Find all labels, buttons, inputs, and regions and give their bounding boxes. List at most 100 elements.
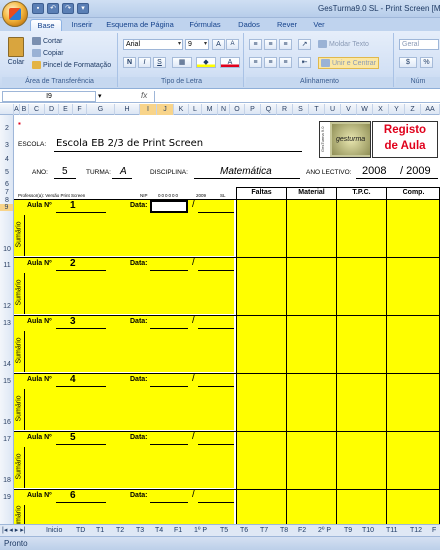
tab-ver[interactable]: Ver [308,19,330,31]
office-button[interactable] [2,1,28,27]
row-header[interactable]: 13 [0,320,14,327]
borders-button[interactable]: ▦ [172,57,192,68]
worksheet[interactable]: ▪ ESCOLA: Escola EB 2/3 de Print Screen … [14,115,440,524]
date-input[interactable] [150,328,188,329]
name-box-dropdown-icon[interactable]: ▾ [98,92,102,100]
row-header-selected[interactable]: 9 [0,204,13,211]
font-size-combo[interactable]: 9 ▾ [185,39,209,50]
currency-button[interactable]: $ [399,57,417,68]
column-header-selected[interactable]: J [157,104,174,115]
tab-dados[interactable]: Dados [234,19,264,31]
column-header[interactable]: M [202,104,218,115]
row-header[interactable]: 10 [0,246,14,253]
tracking-area[interactable] [237,200,440,524]
column-header[interactable]: P [245,104,261,115]
row-header[interactable]: 8 [0,197,14,204]
row-header[interactable]: 19 [0,494,14,501]
sheet-tab[interactable]: T12 [410,526,422,536]
select-all-corner[interactable] [0,104,14,115]
aula-number[interactable]: 1 [70,200,76,211]
row-header[interactable]: 15 [0,378,14,385]
column-header[interactable]: R [277,104,293,115]
column-header[interactable]: S [293,104,309,115]
sheet-tab[interactable]: T9 [344,526,352,536]
align-top-button[interactable]: ≡ [249,39,262,50]
redo-icon[interactable]: ↷ [62,3,74,14]
date-input[interactable] [150,270,188,271]
sheet-tab[interactable]: T8 [280,526,288,536]
row-header[interactable]: 4 [0,156,14,163]
sheet-tab[interactable]: T6 [240,526,248,536]
aula-number[interactable]: 5 [70,432,76,443]
column-header[interactable]: O [230,104,245,115]
aula-number[interactable]: 2 [70,258,76,269]
tab-rever[interactable]: Rever [272,19,302,31]
row-header[interactable]: 6 [0,181,14,188]
sheet-tab[interactable]: T10 [362,526,374,536]
tab-inserir[interactable]: Inserir [66,19,98,31]
column-header[interactable]: L [189,104,202,115]
align-right-button[interactable]: ≡ [279,57,292,68]
percent-button[interactable]: % [420,57,433,68]
sheet-tab[interactable]: T7 [260,526,268,536]
tab-esquema[interactable]: Esquema de Página [104,19,176,31]
sheet-tab[interactable]: T4 [155,526,163,536]
shrink-font-button[interactable]: A [226,39,239,50]
column-header-selected[interactable]: I [140,104,157,115]
row-header[interactable]: 12 [0,303,14,310]
decrease-indent-button[interactable]: ⇤ [298,57,311,68]
column-header[interactable]: F [73,104,87,115]
aula-number[interactable]: 3 [70,316,76,327]
customize-icon[interactable]: ▾ [77,3,89,14]
row-header[interactable]: 16 [0,419,14,426]
date-input[interactable] [150,502,188,503]
align-left-button[interactable]: ≡ [249,57,262,68]
aula-number[interactable]: 6 [70,490,76,501]
grow-font-button[interactable]: A [212,39,225,50]
row-header[interactable]: 2 [0,125,14,132]
row-header[interactable]: 3 [0,142,14,149]
paste-button[interactable]: Colar [5,37,27,66]
row-header[interactable]: 7 [0,189,14,196]
align-center-button[interactable]: ≡ [264,57,277,68]
undo-icon[interactable]: ↶ [47,3,59,14]
name-box[interactable]: I9 [2,91,96,102]
align-middle-button[interactable]: ≡ [264,39,277,50]
font-name-combo[interactable]: Arial ▾ [123,39,183,50]
underline-button[interactable]: S [153,57,166,68]
tab-formulas[interactable]: Fórmulas [184,19,226,31]
sheet-tab[interactable]: 1º P [194,526,207,536]
sheet-tab[interactable]: T1 [96,526,104,536]
font-color-button[interactable]: A [220,57,240,68]
column-header[interactable]: N [218,104,230,115]
column-header[interactable]: Z [405,104,421,115]
merge-center-button[interactable]: Unir e Centrar [318,57,379,69]
column-header[interactable]: AA [421,104,440,115]
sheet-tab[interactable]: F [432,526,436,536]
sheet-tab[interactable]: T2 [116,526,124,536]
column-header[interactable]: Q [261,104,277,115]
sheet-tab[interactable]: F1 [174,526,182,536]
column-header[interactable]: X [373,104,389,115]
column-header[interactable]: C [29,104,45,115]
date-input[interactable] [150,444,188,445]
orientation-button[interactable]: ↗ [298,39,311,50]
column-header[interactable]: T [309,104,325,115]
column-header[interactable]: B [20,104,29,115]
sheet-tab[interactable]: Inicio [46,526,62,536]
tab-base[interactable]: Base [30,19,62,31]
column-header[interactable]: Y [389,104,405,115]
sheet-tab[interactable]: 2º P [318,526,331,536]
formula-input[interactable] [154,91,438,102]
save-icon[interactable]: ▪ [32,3,44,14]
row-header[interactable]: 17 [0,436,14,443]
align-bottom-button[interactable]: ≡ [279,39,292,50]
column-header[interactable]: V [341,104,357,115]
column-header[interactable]: G [87,104,115,115]
sheet-tab[interactable]: T3 [136,526,144,536]
bold-button[interactable]: N [123,57,136,68]
sheet-tab[interactable]: T11 [386,526,398,536]
sheet-tab[interactable]: TD [76,526,85,536]
fill-color-button[interactable]: ◆ [196,57,216,68]
date-input-selected[interactable] [150,200,188,213]
